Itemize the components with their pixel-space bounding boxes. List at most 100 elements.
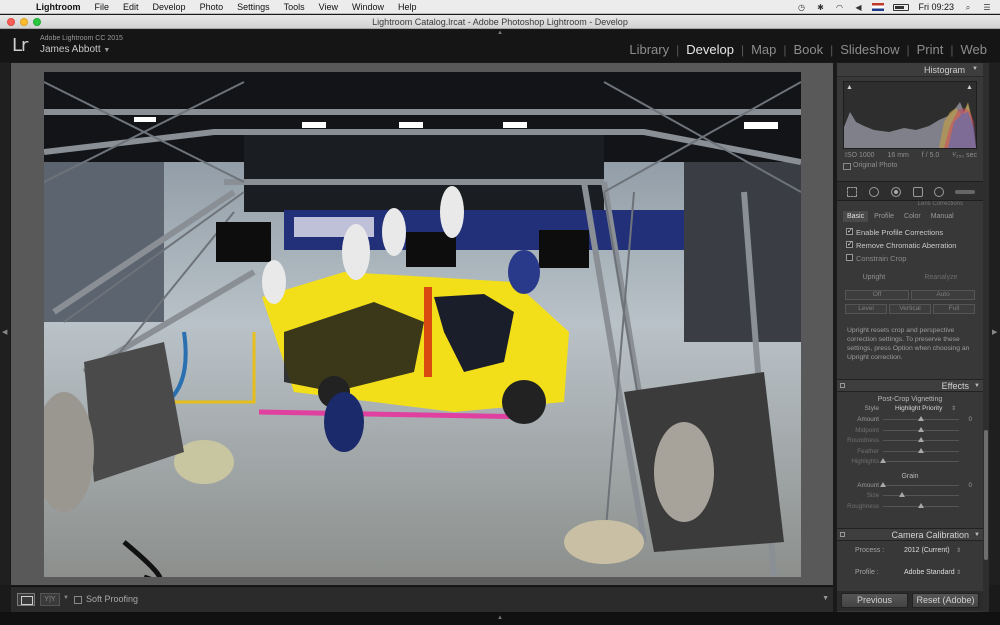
before-after-button[interactable]: Y|Y (40, 593, 60, 606)
reanalyze-button[interactable]: Reanalyze (924, 274, 957, 281)
menu-view[interactable]: View (319, 2, 338, 12)
upright-level-button[interactable]: Level (845, 304, 887, 314)
exif-shutter: ¹⁄₂₅₀ sec (952, 152, 977, 159)
adjustment-brush-icon[interactable] (955, 190, 975, 194)
input-source-flag-icon[interactable] (872, 3, 885, 11)
remove-chromatic-aberration-checkbox[interactable]: ✓ Remove Chromatic Aberration (837, 239, 983, 252)
right-panel-scroll-thumb[interactable] (984, 430, 988, 560)
upright-off-button[interactable]: Off (845, 290, 909, 300)
filmstrip-toggle-bar[interactable]: ▲ (0, 612, 1000, 625)
camera-profile-row[interactable]: Profile : Adobe Standard ⇕ (837, 565, 983, 581)
lens-tab-color[interactable]: Color (900, 211, 925, 222)
process-version-row[interactable]: Process : 2012 (Current) ⇕ (837, 543, 983, 559)
vignette-slider[interactable]: Feather (837, 446, 983, 457)
upright-full-button[interactable]: Full (933, 304, 975, 314)
vignette-slider[interactable]: Amount 0 (837, 414, 983, 425)
slider-value[interactable]: 0 (968, 416, 972, 423)
lens-tab-basic[interactable]: Basic (843, 211, 869, 222)
slider-thumb[interactable] (918, 502, 924, 508)
slider-label: Roughness (847, 502, 879, 510)
menu-file[interactable]: File (95, 2, 110, 12)
slider-track[interactable] (883, 495, 959, 496)
histogram-header[interactable]: Histogram ▼ (837, 63, 983, 77)
menu-help[interactable]: Help (398, 2, 417, 12)
crop-tool-icon[interactable] (847, 187, 857, 197)
lightroom-logo: Lr (12, 35, 28, 56)
top-panel-toggle-icon[interactable]: ▲ (497, 30, 503, 36)
menu-develop[interactable]: Develop (153, 2, 186, 12)
module-web[interactable]: Web (954, 42, 995, 57)
right-panel-toggle[interactable]: ▶ (989, 63, 1000, 585)
slider-thumb[interactable] (918, 426, 924, 432)
menu-window[interactable]: Window (352, 2, 384, 12)
vignetting-title: Post-Crop Vignetting (877, 396, 943, 403)
time-machine-icon[interactable]: ◷ (796, 3, 806, 12)
slider-thumb[interactable] (880, 458, 886, 463)
slider-thumb[interactable] (918, 447, 924, 453)
grain-slider[interactable]: Roughness (837, 501, 983, 512)
vignette-slider[interactable]: Highlights (837, 456, 983, 467)
upright-vertical-button[interactable]: Vertical (889, 304, 931, 314)
spotlight-search-icon[interactable]: ⌕ (963, 3, 973, 12)
bluetooth-icon[interactable]: ✱ (815, 3, 825, 12)
upright-auto-button[interactable]: Auto (911, 290, 975, 300)
slider-thumb[interactable] (918, 437, 924, 442)
effects-header[interactable]: Effects ▼ (837, 379, 983, 392)
camera-calibration-header[interactable]: Camera Calibration ▼ (837, 528, 983, 541)
slider-thumb[interactable] (918, 416, 924, 421)
module-map[interactable]: Map (744, 42, 783, 57)
checkbox-unchecked-icon (846, 254, 853, 261)
panel-switch-icon[interactable] (840, 383, 845, 388)
grain-slider[interactable]: Amount 0 (837, 480, 983, 491)
left-panel-toggle[interactable]: ◀ (0, 63, 10, 585)
module-slideshow[interactable]: Slideshow (833, 42, 906, 57)
shadow-clipping-icon[interactable]: ▲ (846, 84, 854, 92)
slider-thumb[interactable] (899, 492, 905, 497)
reset-button[interactable]: Reset (Adobe) (912, 593, 979, 608)
module-book[interactable]: Book (786, 42, 830, 57)
module-develop[interactable]: Develop (679, 42, 741, 57)
identity-dropdown-icon: ▼ (103, 47, 111, 54)
lens-tab-profile[interactable]: Profile (870, 211, 898, 222)
notification-center-icon[interactable]: ☰ (982, 3, 992, 12)
highlight-clipping-icon[interactable]: ▲ (966, 84, 974, 92)
module-print[interactable]: Print (910, 42, 951, 57)
constrain-crop-checkbox[interactable]: Constrain Crop (837, 252, 983, 265)
main-photo[interactable] (44, 72, 801, 577)
volume-icon[interactable]: ◀ (853, 3, 863, 12)
enable-profile-corrections-checkbox[interactable]: ✓ Enable Profile Corrections (837, 226, 983, 239)
lens-tab-manual[interactable]: Manual (927, 211, 958, 222)
menu-photo[interactable]: Photo (200, 2, 224, 12)
slider-thumb[interactable] (880, 481, 886, 487)
loupe-view-button[interactable] (17, 593, 35, 606)
identity-user[interactable]: James Abbott ▼ (40, 44, 110, 55)
histogram-graph[interactable]: ▲ ▲ (843, 81, 977, 149)
toolbar-content-menu-icon[interactable]: ▼ (822, 595, 829, 602)
module-library[interactable]: Library (622, 42, 676, 57)
radial-filter-icon[interactable] (934, 187, 944, 197)
menu-clock[interactable]: Fri 09:23 (918, 2, 954, 12)
menu-edit[interactable]: Edit (123, 2, 139, 12)
vignette-slider[interactable]: Midpoint (837, 425, 983, 436)
slider-label: Midpoint (855, 426, 879, 434)
spot-removal-tool-icon[interactable] (869, 187, 879, 197)
battery-icon[interactable] (893, 3, 910, 11)
soft-proofing-checkbox[interactable] (74, 596, 82, 604)
before-after-dropdown-icon[interactable]: ▼ (63, 595, 69, 601)
vignette-style-row[interactable]: Style Highlight Priority ⇕ (837, 403, 983, 414)
graduated-filter-icon[interactable] (913, 187, 923, 197)
menu-app-name[interactable]: Lightroom (36, 2, 81, 12)
slider-track[interactable] (883, 461, 959, 462)
slider-track[interactable] (883, 484, 959, 486)
menu-tools[interactable]: Tools (284, 2, 305, 12)
previous-button[interactable]: Previous (841, 593, 908, 608)
red-eye-tool-icon[interactable] (891, 187, 901, 197)
menu-settings[interactable]: Settings (237, 2, 270, 12)
grain-slider[interactable]: Size (837, 490, 983, 501)
wifi-icon[interactable]: ◠ (834, 3, 844, 12)
slider-value[interactable]: 0 (968, 482, 972, 489)
slider-label: Highlights (851, 458, 879, 465)
upright-buttons-row-2: Level Vertical Full (837, 302, 983, 316)
panel-switch-icon[interactable] (840, 532, 845, 537)
vignette-slider[interactable]: Roundness (837, 435, 983, 446)
